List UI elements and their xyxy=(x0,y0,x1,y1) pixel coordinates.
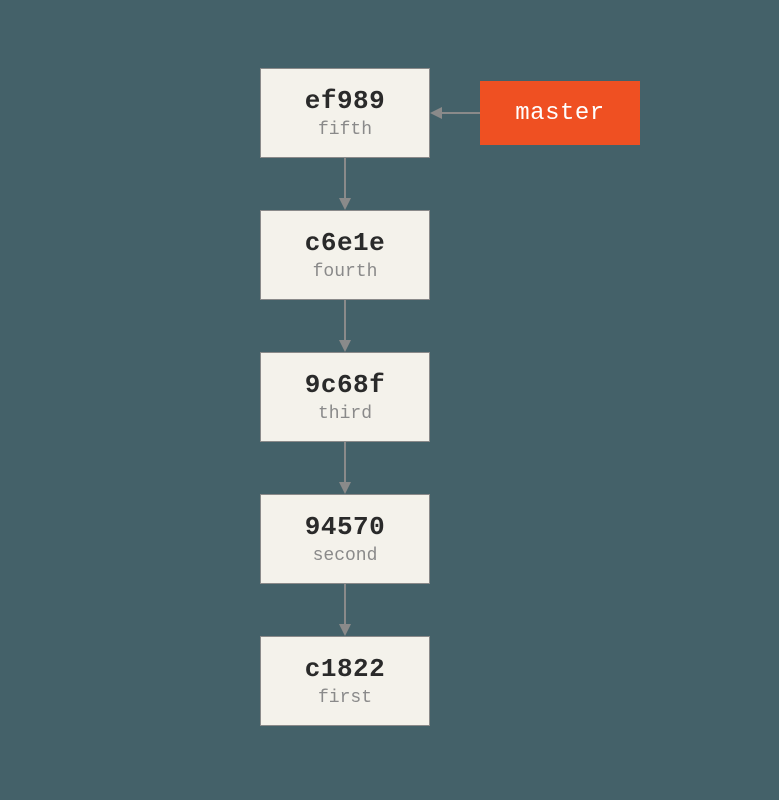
commit-node: c1822 first xyxy=(260,636,430,726)
commit-hash: c1822 xyxy=(305,654,386,684)
commit-message: fifth xyxy=(318,120,372,140)
commit-message: second xyxy=(313,546,378,566)
arrow-down-icon xyxy=(330,584,360,636)
commit-message: fourth xyxy=(313,262,378,282)
branch-name: master xyxy=(515,100,604,127)
commit-hash: ef989 xyxy=(305,86,386,116)
commit-hash: 9c68f xyxy=(305,370,386,400)
commit-hash: 94570 xyxy=(305,512,386,542)
commit-node: ef989 fifth xyxy=(260,68,430,158)
commit-message: first xyxy=(318,688,372,708)
branch-label-box: master xyxy=(480,81,640,145)
commit-node: 9c68f third xyxy=(260,352,430,442)
commit-node: c6e1e fourth xyxy=(260,210,430,300)
commit-message: third xyxy=(318,404,372,424)
arrow-down-icon xyxy=(330,300,360,352)
arrow-down-icon xyxy=(330,442,360,494)
commit-hash: c6e1e xyxy=(305,228,386,258)
arrow-left-icon xyxy=(430,98,480,128)
arrow-down-icon xyxy=(330,158,360,210)
commit-node: 94570 second xyxy=(260,494,430,584)
